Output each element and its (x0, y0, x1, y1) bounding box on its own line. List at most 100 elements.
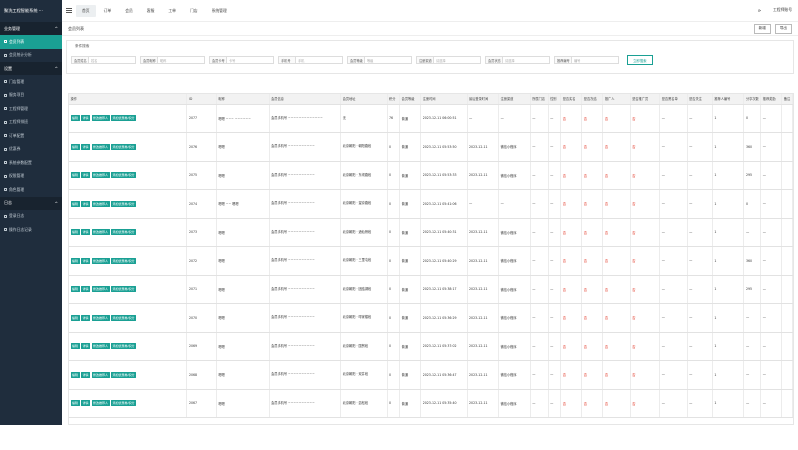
row-action-button[interactable]: 修改推荐人 (91, 200, 110, 207)
row-action-button[interactable]: 修改推荐人 (91, 229, 110, 236)
column-header[interactable]: 昵称 (216, 94, 270, 105)
sidebar-item[interactable]: 系统参数配置 (0, 156, 62, 170)
column-header[interactable]: 是否冻结 (581, 94, 604, 105)
nav-group-business[interactable]: 业务管理 ^ (0, 22, 62, 35)
sidebar-item[interactable]: 工程师管理 (0, 102, 62, 116)
row-action-button[interactable]: 添加优惠券/积分 (111, 229, 137, 236)
hamburger-menu-icon[interactable] (66, 8, 72, 13)
row-action-button[interactable]: 修改推荐人 (91, 371, 110, 378)
row-action-button[interactable]: 添加优惠券/积分 (111, 343, 137, 350)
row-action-button[interactable]: 编辑 (70, 200, 80, 207)
top-tab[interactable]: 门店 (184, 5, 204, 17)
row-action-button[interactable]: 详情 (81, 229, 91, 236)
row-action-button[interactable]: 修改推荐人 (91, 172, 110, 179)
top-tab[interactable]: 首页 (76, 4, 96, 17)
search-field-input[interactable]: 等级 (364, 56, 412, 64)
search-field-input[interactable]: 姓名 (88, 56, 136, 64)
search-field-input[interactable]: 手机 (295, 56, 343, 64)
search-button[interactable]: 立即搜索 (627, 55, 653, 65)
column-header[interactable]: 会员等级 (399, 94, 422, 105)
sidebar-item[interactable]: 工程师排班 (0, 116, 62, 130)
row-action-button[interactable]: 编辑 (70, 314, 80, 321)
column-header[interactable]: 最后登录时间 (467, 94, 500, 105)
user-menu[interactable]: 工程师账号 (773, 7, 792, 13)
row-action-button[interactable]: 添加优惠券/积分 (111, 314, 137, 321)
sidebar-item[interactable]: 订单配置 (0, 129, 62, 143)
row-action-button[interactable]: 编辑 (70, 371, 80, 378)
row-action-button[interactable]: 修改推荐人 (91, 400, 110, 407)
row-action-button[interactable]: 修改推荐人 (91, 343, 110, 350)
sidebar-item[interactable]: 权限管理 (0, 170, 62, 184)
row-action-button[interactable]: 编辑 (70, 286, 80, 293)
row-action-button[interactable]: 添加优惠券/积分 (111, 371, 137, 378)
row-action-button[interactable]: 详情 (81, 314, 91, 321)
search-field-input[interactable]: 昵称 (157, 56, 205, 64)
row-action-button[interactable]: 添加优惠券/积分 (111, 257, 137, 264)
column-header[interactable]: 操作 (69, 94, 188, 105)
row-action-button[interactable]: 修改推荐人 (91, 143, 110, 150)
search-field-input[interactable]: 请选择 (502, 56, 550, 64)
row-action-button[interactable]: 添加优惠券/积分 (111, 172, 137, 179)
row-action-button[interactable]: 详情 (81, 143, 91, 150)
row-action-button[interactable]: 修改推荐人 (91, 286, 110, 293)
row-action-button[interactable]: 修改推荐人 (91, 115, 110, 122)
row-action-button[interactable]: 详情 (81, 400, 91, 407)
row-action-button[interactable]: 编辑 (70, 115, 80, 122)
row-action-button[interactable]: 添加优惠券/积分 (111, 286, 137, 293)
top-tab[interactable]: 工单 (162, 5, 182, 17)
row-action-button[interactable]: 详情 (81, 257, 91, 264)
row-action-button[interactable]: 编辑 (70, 343, 80, 350)
sidebar-item[interactable]: 门店管理 (0, 75, 62, 89)
sidebar-item[interactable]: 会员统计分析 (0, 49, 62, 63)
sidebar-item[interactable]: 优惠券 (0, 143, 62, 157)
sidebar-item[interactable]: 登录日志 (0, 210, 62, 224)
search-field-input[interactable]: 卡号 (226, 56, 274, 64)
column-header[interactable]: 是否黑名单 (659, 94, 688, 105)
top-tab[interactable]: 会员 (119, 5, 139, 17)
top-tab[interactable]: 客服 (141, 5, 161, 17)
column-header[interactable]: 注册时间 (420, 94, 468, 105)
column-header[interactable]: 是否关注 (687, 94, 713, 105)
row-action-button[interactable]: 详情 (81, 115, 91, 122)
add-button[interactable]: 新增 (753, 23, 771, 34)
export-button[interactable]: 导出 (774, 23, 792, 34)
row-action-button[interactable]: 添加优惠券/积分 (111, 200, 137, 207)
row-action-button[interactable]: 详情 (81, 371, 91, 378)
sidebar-item[interactable]: 会员列表 (0, 35, 62, 49)
column-header[interactable]: 注册渠道 (498, 94, 531, 105)
row-action-button[interactable]: 添加优惠券/积分 (111, 400, 137, 407)
column-header[interactable]: 积分 (387, 94, 401, 105)
column-header[interactable]: 所属门店 (530, 94, 549, 105)
column-header[interactable]: 推荐人编号 (712, 94, 745, 105)
column-header[interactable]: 会员信息 (269, 94, 342, 105)
refresh-icon[interactable]: ⟳ (758, 8, 761, 13)
row-action-button[interactable]: 编辑 (70, 172, 80, 179)
row-action-button[interactable]: 详情 (81, 200, 91, 207)
top-tab[interactable]: 订单 (98, 5, 118, 17)
row-action-button[interactable]: 添加优惠券/积分 (111, 115, 137, 122)
column-header[interactable]: 性别 (548, 94, 562, 105)
column-header[interactable]: 备注 (781, 94, 793, 105)
row-action-button[interactable]: 详情 (81, 172, 91, 179)
column-header[interactable]: 是否推广员 (630, 94, 661, 105)
row-action-button[interactable]: 编辑 (70, 229, 80, 236)
row-action-button[interactable]: 详情 (81, 286, 91, 293)
column-header[interactable]: 分享次数 (743, 94, 762, 105)
row-action-button[interactable]: 修改推荐人 (91, 314, 110, 321)
sidebar-item[interactable]: 操作日志记录 (0, 223, 62, 237)
row-action-button[interactable]: 编辑 (70, 143, 80, 150)
column-header[interactable]: 推广人 (602, 94, 631, 105)
search-field-input[interactable]: 编号 (571, 56, 619, 64)
row-action-button[interactable]: 添加优惠券/积分 (111, 143, 137, 150)
top-tab[interactable]: 系统管理 (206, 5, 233, 17)
sidebar-item[interactable]: 服务项目 (0, 89, 62, 103)
column-header[interactable]: 会员地址 (340, 94, 388, 105)
column-header[interactable]: 推荐奖励 (760, 94, 783, 105)
column-header[interactable]: 是否实名 (560, 94, 583, 105)
nav-group-logs[interactable]: 日志 ^ (0, 196, 62, 210)
row-action-button[interactable]: 编辑 (70, 257, 80, 264)
row-action-button[interactable]: 修改推荐人 (91, 257, 110, 264)
sidebar-item[interactable]: 角色管理 (0, 183, 62, 197)
search-field-input[interactable]: 请选择 (433, 56, 481, 64)
nav-group-settings[interactable]: 设置 ^ (0, 62, 62, 75)
